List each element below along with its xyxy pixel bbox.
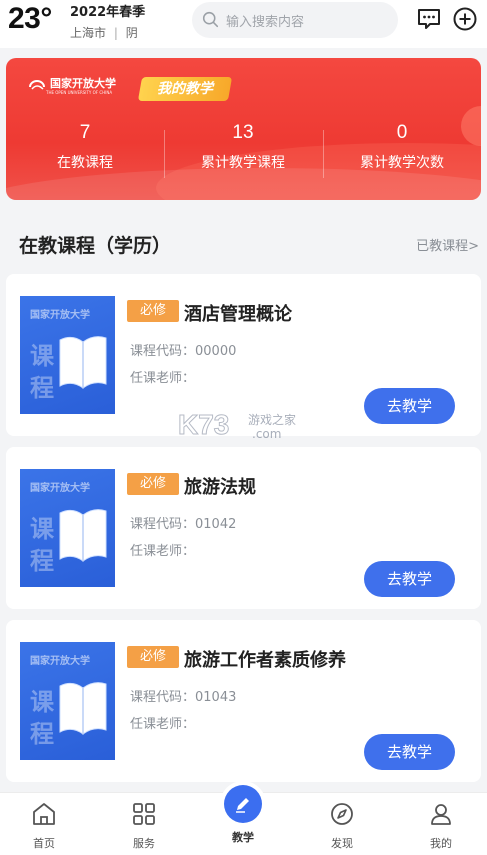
add-icon[interactable] — [452, 6, 478, 32]
cover-char: 课 — [30, 688, 54, 716]
nav-label: 我的 — [430, 837, 452, 850]
search-input[interactable]: 输入搜索内容 — [192, 2, 398, 38]
book-icon — [59, 509, 107, 562]
search-placeholder: 输入搜索内容 — [226, 15, 305, 30]
course-code: 课程代码：00000 — [130, 344, 237, 359]
home-icon — [33, 803, 55, 825]
banner-decoration — [6, 168, 481, 200]
course-name: 酒店管理概论 — [184, 304, 292, 325]
nav-teaching-button[interactable] — [224, 785, 262, 823]
university-name-en: THE OPEN UNIVERSITY OF CHINA — [46, 90, 113, 95]
location: 上海市 — [70, 26, 107, 40]
go-teach-button[interactable]: 去教学 — [364, 734, 455, 770]
university-name: 国家开放大学 — [50, 77, 116, 90]
temperature: 23° — [8, 2, 52, 35]
my-teaching-tag-label: 我的教学 — [157, 81, 213, 97]
stat-value: 0 — [396, 122, 408, 143]
go-teach-button[interactable]: 去教学 — [364, 561, 455, 597]
top-bar: 23° 2022年春季 上海市 | 阴 输入搜索内容 — [0, 0, 487, 48]
course-teacher: 任课老师： — [130, 544, 196, 559]
university-emblem-icon — [29, 79, 45, 90]
search-icon — [202, 11, 219, 28]
nav-label: 教学 — [232, 831, 254, 844]
required-badge: 必修 — [127, 473, 179, 495]
bottom-nav: 首页 服务 教学 发现 我的 — [0, 785, 487, 855]
weather: 阴 — [125, 26, 138, 40]
stat-value: 13 — [232, 122, 254, 143]
course-cover-image: 国家开放大学 课 程 — [20, 469, 115, 587]
nav-label: 首页 — [33, 837, 55, 850]
watermark: K73 游戏之家 .com — [177, 407, 318, 447]
user-icon — [431, 804, 451, 825]
weather-divider: | — [113, 26, 118, 40]
stat-label: 在教课程 — [57, 155, 113, 171]
course-teacher: 任课老师： — [130, 717, 196, 732]
course-name: 旅游工作者素质修养 — [184, 650, 346, 671]
stat-total-sessions[interactable]: 0 累计教学次数 — [323, 122, 481, 172]
nav-profile[interactable]: 我的 — [411, 801, 471, 851]
taught-courses-link[interactable]: 已教课程> — [416, 235, 479, 254]
nav-discover[interactable]: 发现 — [312, 801, 372, 851]
my-teaching-tag: 我的教学 — [137, 77, 233, 101]
book-icon — [59, 682, 107, 735]
course-code: 课程代码：01043 — [130, 690, 237, 705]
nav-home[interactable]: 首页 — [14, 801, 74, 851]
course-cover-image: 国家开放大学 课 程 — [20, 296, 115, 414]
watermark-line1: 游戏之家 — [248, 413, 297, 427]
course-card[interactable]: 国家开放大学 课 程 必修 旅游工作者素质修养 课程代码：01043 任课老师：… — [6, 620, 481, 782]
grid-icon — [133, 803, 155, 825]
course-cover-image: 国家开放大学 课 程 — [20, 642, 115, 760]
message-icon[interactable] — [416, 6, 442, 32]
cover-char: 课 — [30, 342, 54, 370]
cover-char: 程 — [30, 720, 54, 748]
cover-char: 课 — [30, 515, 54, 543]
location-weather: 上海市 | 阴 — [70, 24, 138, 41]
required-badge: 必修 — [127, 300, 179, 322]
course-card[interactable]: 国家开放大学 课 程 必修 旅游法规 课程代码：01042 任课老师： 去教学 — [6, 447, 481, 609]
watermark-line2: .com — [252, 427, 282, 441]
stat-label: 累计教学次数 — [360, 155, 444, 171]
stat-total-courses[interactable]: 13 累计教学课程 — [164, 122, 322, 172]
book-icon — [59, 336, 107, 389]
required-badge: 必修 — [127, 646, 179, 668]
compass-icon — [331, 803, 353, 825]
cover-char: 程 — [30, 547, 54, 575]
stat-label: 累计教学课程 — [201, 155, 285, 171]
nav-teaching[interactable]: 教学 — [213, 829, 273, 845]
nav-label: 发现 — [331, 837, 353, 850]
course-name: 旅游法规 — [184, 477, 256, 498]
stat-value: 7 — [79, 122, 91, 143]
course-teacher: 任课老师： — [130, 371, 196, 386]
course-code: 课程代码：01042 — [130, 517, 237, 532]
nav-services[interactable]: 服务 — [114, 801, 174, 851]
section-title: 在教课程（学历） — [19, 235, 172, 257]
university-logo: 国家开放大学 THE OPEN UNIVERSITY OF CHINA — [28, 78, 116, 95]
nav-label: 服务 — [133, 837, 155, 850]
cover-university: 国家开放大学 — [30, 483, 90, 494]
cover-university: 国家开放大学 — [30, 310, 90, 321]
watermark-brand: K73 — [177, 409, 230, 441]
stat-teaching-courses[interactable]: 7 在教课程 — [6, 122, 164, 172]
cover-char: 程 — [30, 374, 54, 402]
term-label: 2022年春季 — [70, 5, 146, 20]
cover-university: 国家开放大学 — [30, 656, 90, 667]
pen-icon — [236, 798, 249, 813]
teaching-banner: 国家开放大学 THE OPEN UNIVERSITY OF CHINA 我的教学… — [6, 58, 481, 200]
go-teach-button[interactable]: 去教学 — [364, 388, 455, 424]
